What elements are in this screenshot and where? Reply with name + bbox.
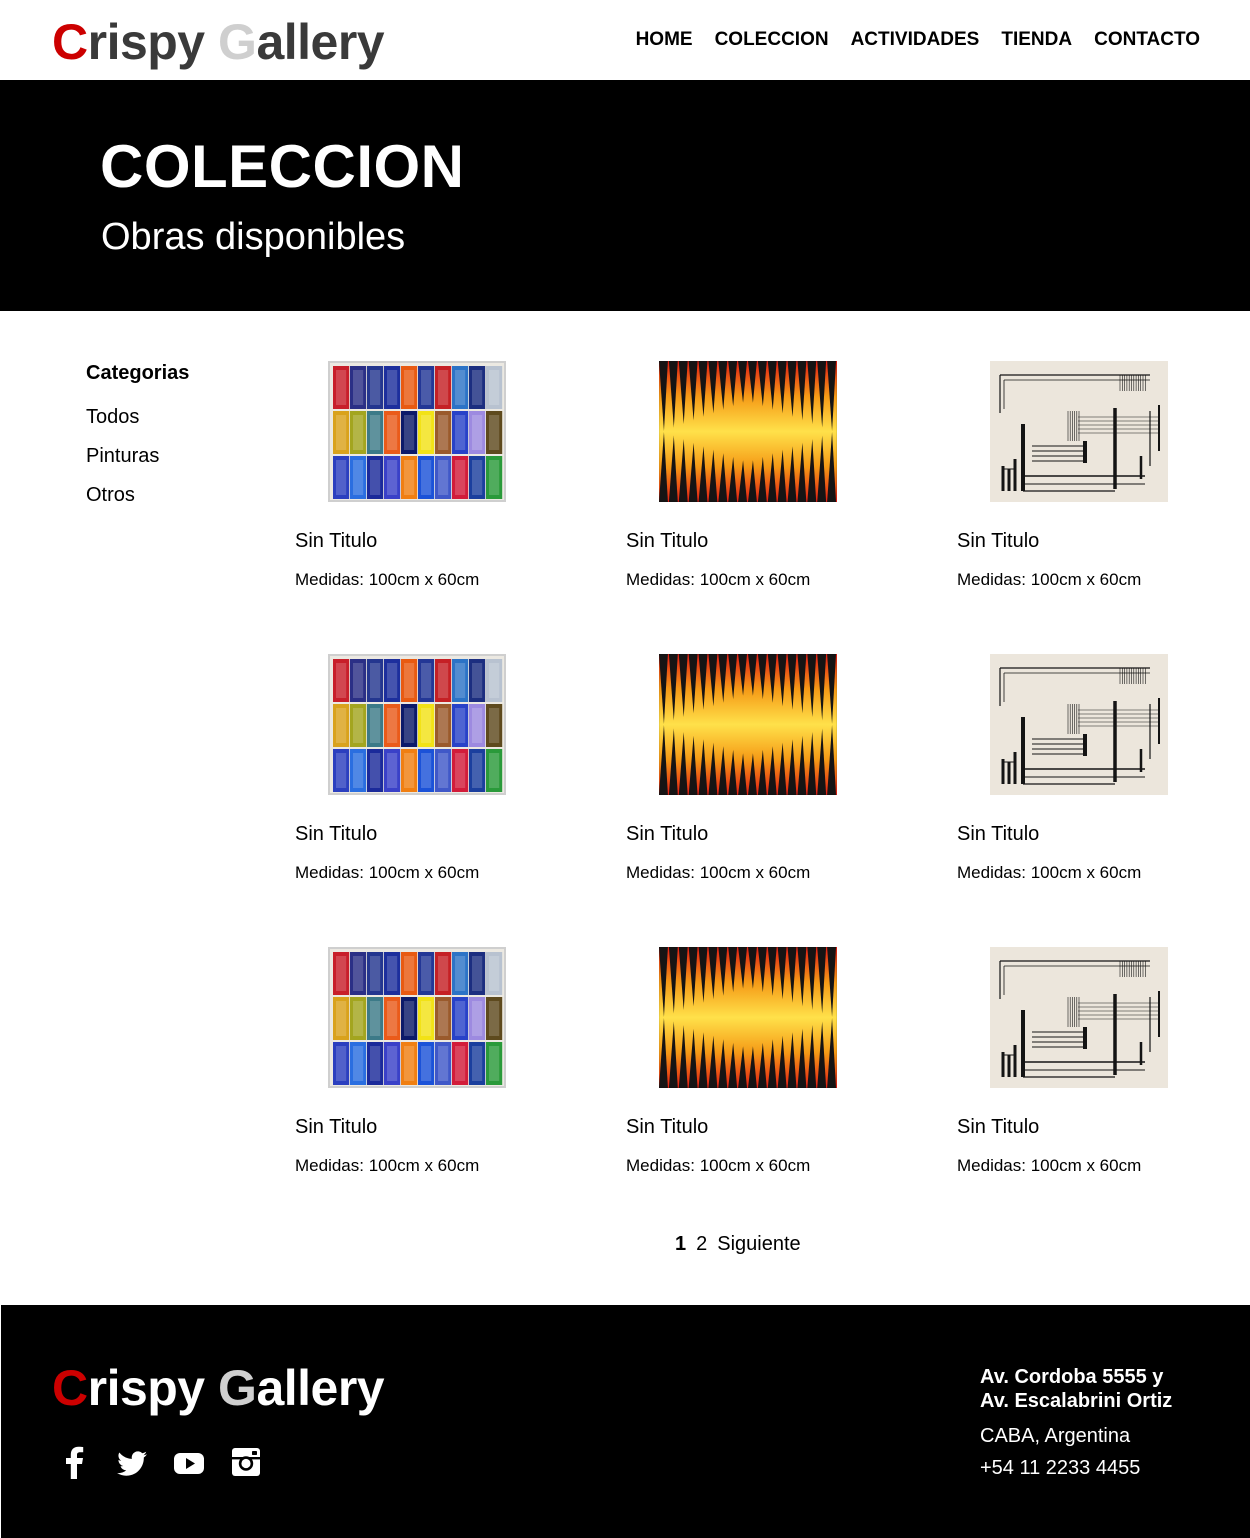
logo-initial-c: C (52, 1360, 88, 1416)
artwork-size: Medidas: 100cm x 60cm (626, 863, 811, 882)
artwork-card[interactable]: Sin Titulo Medidas: 100cm x 60cm (626, 360, 866, 600)
category-sidebar: Categorias Todos Pinturas Otros (86, 360, 266, 508)
hero-banner: COLECCION Obras disponibles (0, 80, 1250, 311)
facebook-icon[interactable] (59, 1445, 91, 1479)
artwork-card[interactable]: Sin Titulo Medidas: 100cm x 60cm (295, 360, 535, 600)
site-footer: Crispy Gallery Av. Cordoba 5555 y Av. Es… (1, 1305, 1250, 1538)
category-otros[interactable]: Otros (86, 482, 266, 508)
artwork-card[interactable]: Sin Titulo Medidas: 100cm x 60cm (957, 946, 1197, 1186)
logo-initial-g: G (218, 14, 257, 70)
footer-address: Av. Cordoba 5555 y Av. Escalabrini Ortiz… (980, 1365, 1172, 1481)
page-title: COLECCION (100, 133, 465, 200)
categories-heading: Categorias (86, 362, 190, 384)
category-todos[interactable]: Todos (86, 404, 266, 430)
artwork-size: Medidas: 100cm x 60cm (626, 1156, 811, 1175)
artwork-title[interactable]: Sin Titulo (295, 1114, 377, 1140)
artwork-title[interactable]: Sin Titulo (957, 821, 1039, 847)
artwork-card[interactable]: Sin Titulo Medidas: 100cm x 60cm (626, 653, 866, 893)
phone-number[interactable]: +54 11 2233 4455 (980, 1455, 1172, 1481)
site-logo[interactable]: Crispy Gallery (52, 12, 385, 72)
artwork-image-black-line-composition[interactable] (990, 361, 1168, 502)
artwork-size: Medidas: 100cm x 60cm (957, 863, 1142, 882)
artwork-size: Medidas: 100cm x 60cm (957, 1156, 1142, 1175)
page-1-current: 1 (675, 1233, 687, 1255)
nav-actividades[interactable]: ACTIVIDADES (851, 28, 980, 52)
artwork-card[interactable]: Sin Titulo Medidas: 100cm x 60cm (295, 946, 535, 1186)
logo-initial-c: C (52, 14, 88, 70)
page-2-link[interactable]: 2 (696, 1231, 707, 1257)
artwork-title[interactable]: Sin Titulo (626, 821, 708, 847)
artwork-title[interactable]: Sin Titulo (957, 528, 1039, 554)
main-nav: HOME COLECCION ACTIVIDADES TIENDA CONTAC… (636, 28, 1200, 52)
artwork-card[interactable]: Sin Titulo Medidas: 100cm x 60cm (957, 360, 1197, 600)
nav-tienda[interactable]: TIENDA (1001, 28, 1072, 52)
category-list: Todos Pinturas Otros (86, 404, 266, 508)
logo-word-rispy: rispy (87, 1360, 206, 1416)
artwork-title[interactable]: Sin Titulo (626, 528, 708, 554)
artwork-image-black-line-composition[interactable] (990, 947, 1168, 1088)
artwork-size: Medidas: 100cm x 60cm (295, 863, 480, 882)
artwork-size: Medidas: 100cm x 60cm (626, 570, 811, 589)
logo-word-allery: allery (256, 1360, 385, 1416)
logo-word-rispy: rispy (87, 14, 206, 70)
artwork-card[interactable]: Sin Titulo Medidas: 100cm x 60cm (295, 653, 535, 893)
artwork-size: Medidas: 100cm x 60cm (295, 570, 480, 589)
site-header: Crispy Gallery HOME COLECCION ACTIVIDADE… (0, 0, 1250, 80)
artwork-image-red-yellow-optical-pattern[interactable] (659, 947, 837, 1088)
instagram-icon[interactable] (230, 1445, 262, 1479)
nav-contacto[interactable]: CONTACTO (1094, 28, 1200, 52)
social-links (59, 1445, 262, 1479)
artwork-image-red-yellow-optical-pattern[interactable] (659, 361, 837, 502)
artwork-image-colored-glass-grid[interactable] (328, 947, 506, 1088)
artwork-title[interactable]: Sin Titulo (295, 528, 377, 554)
artwork-card[interactable]: Sin Titulo Medidas: 100cm x 60cm (957, 653, 1197, 893)
artwork-title[interactable]: Sin Titulo (957, 1114, 1039, 1140)
artwork-size: Medidas: 100cm x 60cm (295, 1156, 480, 1175)
artwork-image-red-yellow-optical-pattern[interactable] (659, 654, 837, 795)
artwork-card[interactable]: Sin Titulo Medidas: 100cm x 60cm (626, 946, 866, 1186)
address-city: CABA, Argentina (980, 1425, 1131, 1447)
artwork-image-colored-glass-grid[interactable] (328, 361, 506, 502)
logo-word-allery: allery (256, 14, 385, 70)
logo-initial-g: G (218, 1360, 257, 1416)
youtube-icon[interactable] (173, 1445, 205, 1479)
artwork-title[interactable]: Sin Titulo (295, 821, 377, 847)
address-line1: Av. Cordoba 5555 y (980, 1366, 1164, 1388)
artwork-size: Medidas: 100cm x 60cm (957, 570, 1142, 589)
pagination: 1 2 Siguiente (675, 1231, 801, 1257)
artwork-title[interactable]: Sin Titulo (626, 1114, 708, 1140)
twitter-icon[interactable] (116, 1445, 148, 1479)
address-line2: Av. Escalabrini Ortiz (980, 1390, 1173, 1412)
category-pinturas[interactable]: Pinturas (86, 443, 266, 469)
artwork-image-colored-glass-grid[interactable] (328, 654, 506, 795)
nav-home[interactable]: HOME (636, 28, 693, 52)
next-page-link[interactable]: Siguiente (717, 1231, 800, 1257)
artwork-image-black-line-composition[interactable] (990, 654, 1168, 795)
nav-coleccion[interactable]: COLECCION (715, 28, 829, 52)
footer-logo[interactable]: Crispy Gallery (52, 1358, 385, 1418)
page-subtitle: Obras disponibles (101, 216, 406, 258)
